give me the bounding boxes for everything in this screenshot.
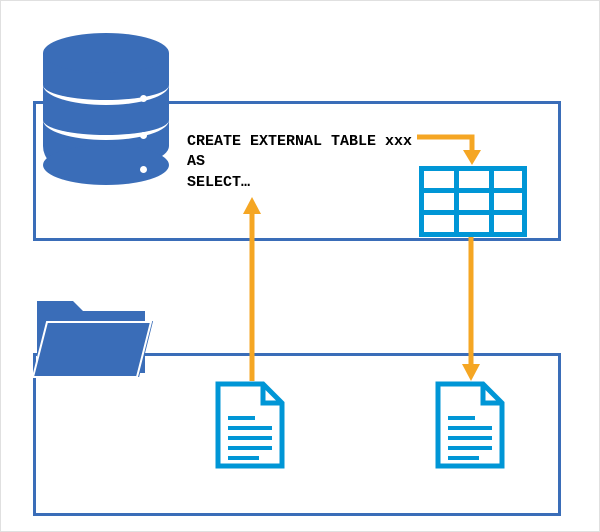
arrow-down-icon — [462, 235, 480, 381]
diagram-stage: CREATE EXTERNAL TABLE xxx AS SELECT… — [1, 1, 599, 531]
arrow-up-icon — [243, 197, 261, 381]
sql-line-1: CREATE EXTERNAL TABLE xxx — [187, 133, 412, 150]
sql-line-3: SELECT… — [187, 174, 250, 191]
sql-line-2: AS — [187, 153, 205, 170]
document-left-icon — [215, 381, 285, 469]
document-right-icon — [435, 381, 505, 469]
arrow-elbow-icon — [417, 129, 487, 169]
database-icon — [43, 33, 169, 185]
table-grid-icon — [419, 166, 527, 237]
folder-icon — [33, 287, 153, 382]
sql-statement: CREATE EXTERNAL TABLE xxx AS SELECT… — [187, 132, 412, 193]
